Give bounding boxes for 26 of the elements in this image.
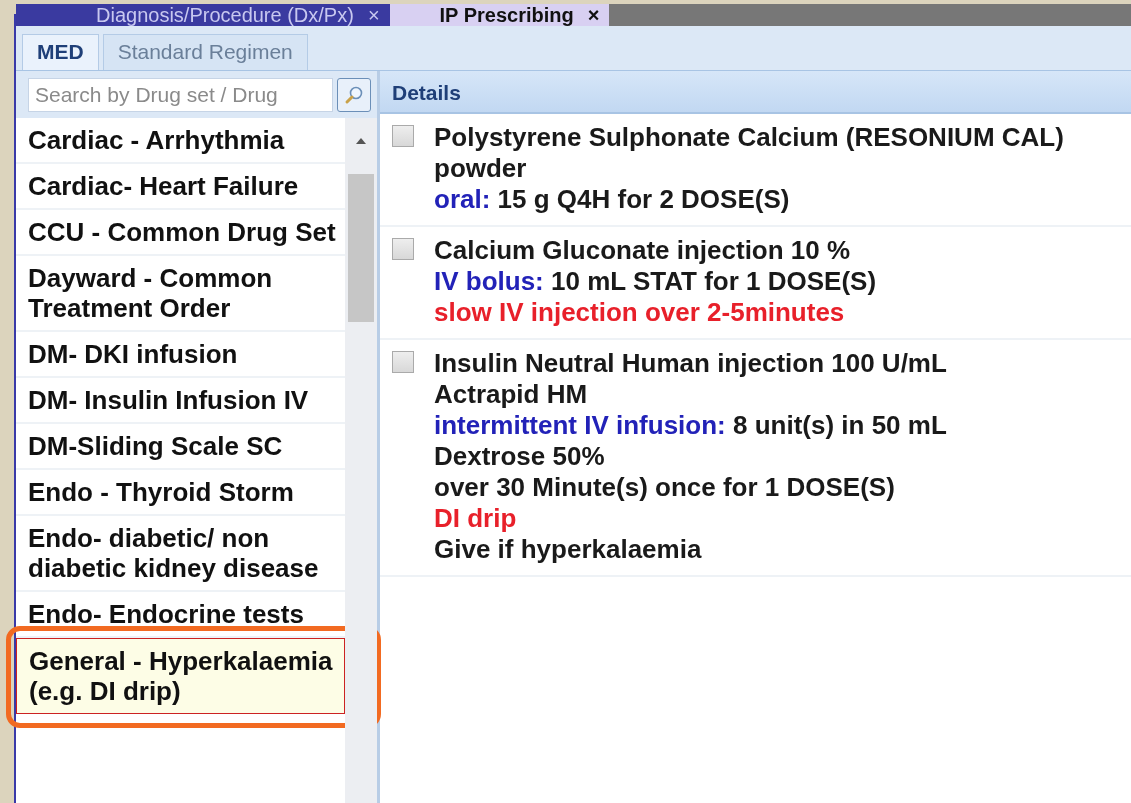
- search-button[interactable]: [337, 78, 371, 112]
- drug-line: IV bolus: 10 mL STAT for 1 DOSE(S): [434, 266, 877, 297]
- window-tab[interactable]: Diagnosis/Procedure (Dx/Px) ×: [16, 4, 390, 26]
- search-field[interactable]: Search by Drug set / Drug: [28, 78, 333, 112]
- drug-line: intermittent IV infusion: 8 unit(s) in 50 mL: [434, 410, 947, 441]
- details-header: Details: [380, 71, 1131, 114]
- tab[interactable]: MED: [22, 34, 99, 70]
- checkbox[interactable]: [392, 238, 414, 260]
- window-tab[interactable]: IP Prescribing ×: [389, 4, 610, 26]
- drug-line: DI drip: [434, 503, 518, 534]
- scrollbar[interactable]: [345, 118, 377, 803]
- search-icon: [344, 85, 364, 105]
- drug-line: oral: 15 g Q4H for 2 DOSE(S): [434, 184, 791, 215]
- drug-line: Polystyrene Sulphonate Calcium (RESONIUM CAL) powder: [434, 122, 1065, 184]
- drug-line: Dextrose 50%: [434, 441, 606, 472]
- checkbox[interactable]: [392, 351, 414, 373]
- checkbox[interactable]: [392, 125, 414, 147]
- drug-set-item[interactable]: General - Hyperkalaemia (e.g. DI drip): [16, 638, 345, 714]
- drug-line: Actrapid HM: [434, 379, 589, 410]
- drug-line: Insulin Neutral Human injection 100 U/mL: [434, 348, 947, 379]
- drug-line: slow IV injection over 2-5minutes: [434, 297, 846, 328]
- drug-line: Calcium Gluconate injection 10 %: [434, 235, 852, 266]
- drug-line: over 30 Minute(s) once for 1 DOSE(S): [434, 472, 896, 503]
- scroll-thumb[interactable]: [348, 174, 374, 322]
- scroll-up-icon[interactable]: [356, 138, 366, 144]
- drug-line: Give if hyperkalaemia: [434, 534, 703, 565]
